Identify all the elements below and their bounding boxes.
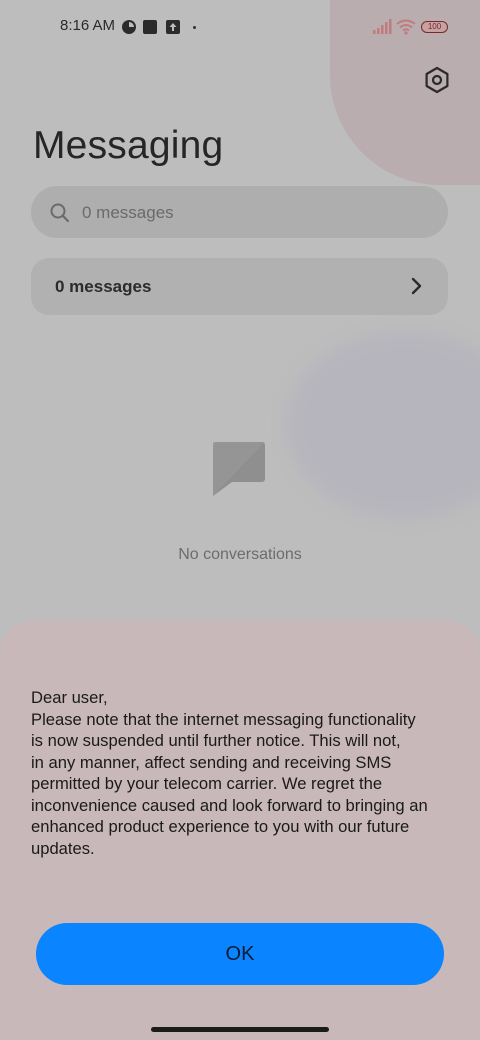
dialog-line: Please note that the internet messaging …: [31, 709, 416, 729]
status-time: 8:16 AM: [60, 17, 116, 34]
settings-icon[interactable]: [421, 64, 453, 96]
signal-icon: [373, 19, 392, 34]
dialog-line: is now suspended until further notice. T…: [31, 731, 401, 750]
wifi-icon: [396, 19, 416, 35]
background-decoration: [285, 330, 480, 520]
ok-button[interactable]: OK: [36, 923, 444, 985]
empty-state-text: No conversations: [178, 546, 302, 563]
search-icon: [50, 203, 70, 223]
dialog-line: updates.: [31, 838, 95, 858]
dialog-line: in any manner, affect sending and receiv…: [31, 752, 392, 772]
home-indicator[interactable]: [151, 1027, 329, 1032]
screen: 8:16 AM 100 Messaging 0 messages 0 messa…: [0, 0, 480, 1040]
dialog-line: Dear user,: [31, 688, 108, 707]
status-bar: 8:16 AM 100: [0, 0, 480, 56]
upload-icon: [166, 20, 180, 34]
empty-chat-icon: [213, 442, 265, 496]
ok-button-label: OK: [225, 943, 255, 965]
messages-row[interactable]: 0 messages: [31, 258, 448, 315]
more-notifications-dot: [193, 26, 196, 29]
data-saver-icon: [122, 20, 136, 34]
page-title: Messaging: [33, 124, 224, 167]
dialog-line: enhanced product experience to you with …: [31, 817, 410, 836]
search-placeholder: 0 messages: [82, 203, 174, 222]
battery-icon: 100: [421, 21, 448, 33]
dialog-message: Dear user, Please note that the internet…: [31, 687, 461, 859]
notification-square-icon: [143, 20, 157, 34]
messages-row-label: 0 messages: [55, 277, 152, 296]
dialog-line: permitted by your telecom carrier. We re…: [31, 774, 383, 793]
chevron-right-icon: [411, 277, 422, 295]
dialog-line: inconvenience caused and look forward to…: [31, 795, 428, 815]
search-input[interactable]: 0 messages: [31, 186, 448, 238]
